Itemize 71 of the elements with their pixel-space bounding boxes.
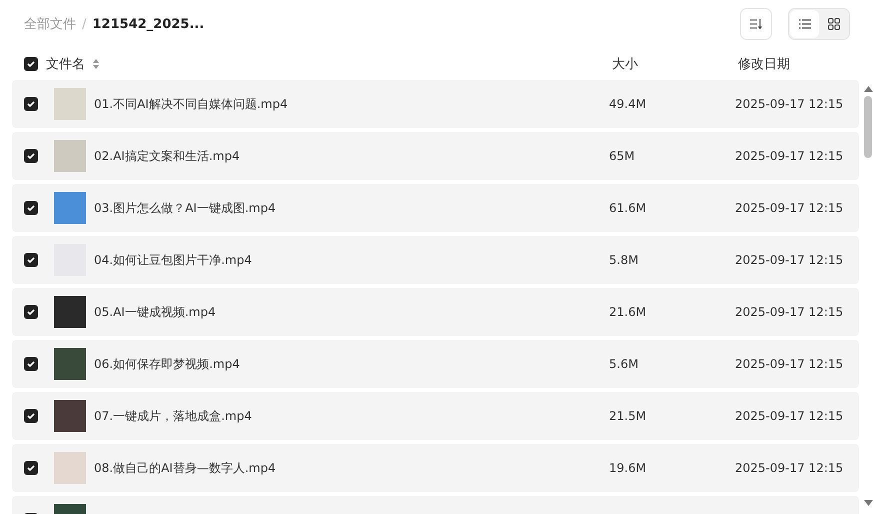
breadcrumb-item: 121542_2025... xyxy=(92,16,204,32)
row-checkbox[interactable] xyxy=(24,149,38,163)
sort-button[interactable] xyxy=(740,8,772,40)
row-checkbox[interactable] xyxy=(24,201,38,215)
row-checkbox[interactable] xyxy=(24,305,38,319)
checkmark-icon xyxy=(27,152,35,160)
file-row[interactable]: 04.如何让豆包图片干净.mp4 5.8M 2025-09-17 12:15 xyxy=(12,236,859,284)
modified-date: 2025-09-17 12:15 xyxy=(735,305,844,319)
thumbnail-placeholder xyxy=(54,452,86,484)
file-size: 49.4M xyxy=(609,97,646,111)
row-checkbox[interactable] xyxy=(24,357,38,371)
column-header: 修改日期 xyxy=(738,57,790,72)
file-row[interactable]: 02.AI搞定文案和生活.mp4 65M 2025-09-17 12:15 xyxy=(12,132,859,180)
file-name: 06.如何保存即梦视频.mp4 xyxy=(94,356,240,372)
row-checkbox[interactable] xyxy=(24,97,38,111)
file-name: 07.一键成片，落地成盒.mp4 xyxy=(94,408,252,424)
sort-icon xyxy=(750,19,762,29)
modified-date: 2025-09-17 12:15 xyxy=(735,97,844,111)
file-name: 03.图片怎么做？AI一键成图.mp4 xyxy=(94,200,276,216)
file-name: 04.如何让豆包图片干净.mp4 xyxy=(94,252,252,268)
scroll-up-icon[interactable] xyxy=(864,86,872,92)
checkmark-icon xyxy=(27,100,35,108)
thumbnail-placeholder xyxy=(54,192,86,224)
modified-date: 2025-09-17 12:15 xyxy=(735,149,844,163)
checkmark-icon xyxy=(27,256,35,264)
modified-date: 2025-09-17 12:15 xyxy=(735,409,844,423)
modified-date: 2025-09-17 12:15 xyxy=(735,253,844,267)
row-checkbox[interactable] xyxy=(24,253,38,267)
column-header: 大小 xyxy=(612,57,638,72)
scrollbar-thumb[interactable] xyxy=(864,96,872,158)
thumbnail-placeholder xyxy=(54,296,86,328)
file-row[interactable]: 01.不同AI解决不同自媒体问题.mp4 49.4M 2025-09-17 12:15 xyxy=(12,80,859,128)
sort-arrows-icon xyxy=(93,59,99,69)
scroll-down-icon[interactable] xyxy=(864,500,872,506)
thumbnail-placeholder xyxy=(54,140,86,172)
checkmark-icon xyxy=(27,60,35,68)
file-name: 01.不同AI解决不同自媒体问题.mp4 xyxy=(94,96,288,112)
modified-date: 2025-09-17 12:15 xyxy=(735,201,844,215)
file-size: 5.8M xyxy=(609,253,638,267)
select-all-checkbox[interactable] xyxy=(24,57,38,71)
checkmark-icon xyxy=(27,464,35,472)
file-name: 02.AI搞定文案和生活.mp4 xyxy=(94,148,240,164)
file-size: 65M xyxy=(609,149,635,163)
row-checkbox[interactable] xyxy=(24,461,38,475)
file-size: 19.6M xyxy=(609,461,646,475)
checkmark-icon xyxy=(27,360,35,368)
file-row[interactable]: 05.AI一键成视频.mp4 21.6M 2025-09-17 12:15 xyxy=(12,288,859,336)
file-row[interactable]: 07.一键成片，落地成盒.mp4 21.5M 2025-09-17 12:15 xyxy=(12,392,859,440)
checkmark-icon xyxy=(27,412,35,420)
file-name: 05.AI一键成视频.mp4 xyxy=(94,304,216,320)
list-icon xyxy=(798,19,810,29)
file-row[interactable]: 08.做自己的AI替身—数字人.mp4 19.6M 2025-09-17 12:15 xyxy=(12,444,859,492)
checkmark-icon xyxy=(27,204,35,212)
file-row[interactable]: 06.如何保存即梦视频.mp4 5.6M 2025-09-17 12:15 xyxy=(12,340,859,388)
grid-icon xyxy=(828,18,840,30)
file-size: 61.6M xyxy=(609,201,646,215)
breadcrumb-separator: / xyxy=(82,16,86,32)
checkmark-icon xyxy=(27,308,35,316)
thumbnail-placeholder xyxy=(54,348,86,380)
file-size: 21.6M xyxy=(609,305,646,319)
list-view-button[interactable] xyxy=(790,10,819,38)
thumbnail-placeholder xyxy=(54,88,86,120)
column-header[interactable]: 文件名 xyxy=(46,55,85,73)
file-name: 08.做自己的AI替身—数字人.mp4 xyxy=(94,460,276,476)
modified-date: 2025-09-17 12:15 xyxy=(735,461,844,475)
thumbnail-placeholder xyxy=(54,400,86,432)
file-size: 21.5M xyxy=(609,409,646,423)
row-checkbox[interactable] xyxy=(24,409,38,423)
modified-date: 2025-09-17 12:15 xyxy=(735,357,844,371)
file-size: 5.6M xyxy=(609,357,638,371)
file-row[interactable]: 03.图片怎么做？AI一键成图.mp4 61.6M 2025-09-17 12:15 xyxy=(12,184,859,232)
